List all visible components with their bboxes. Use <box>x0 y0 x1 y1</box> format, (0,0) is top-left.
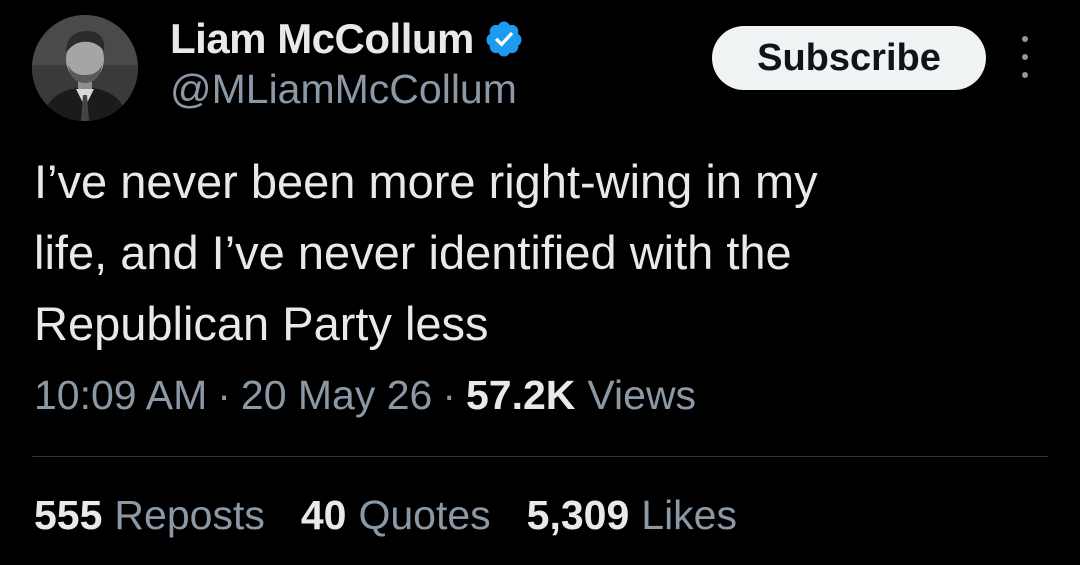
tweet-meta: 10:09 AM · 20 May 26 · 57.2K Views <box>34 372 696 419</box>
engagement-stats: 555 Reposts 40 Quotes 5,309 Likes <box>34 492 773 539</box>
divider <box>32 456 1048 457</box>
tweet-text: I’ve never been more right-wing in my li… <box>34 155 818 350</box>
tweet-card: Liam McCollum @MLiamMcCollum Subscribe I… <box>0 0 1080 565</box>
more-dot <box>1022 54 1028 60</box>
views-label: Views <box>587 372 697 418</box>
likes-stat[interactable]: 5,309 Likes <box>527 492 737 539</box>
likes-label: Likes <box>641 492 737 538</box>
more-options-icon[interactable] <box>1010 36 1040 78</box>
user-handle[interactable]: @MLiamMcCollum <box>170 66 517 113</box>
verified-badge-icon[interactable] <box>484 19 524 59</box>
avatar-photo <box>32 15 138 121</box>
quotes-stat[interactable]: 40 Quotes <box>301 492 491 539</box>
tweet-date[interactable]: 20 May 26 <box>241 372 432 419</box>
reposts-label: Reposts <box>114 492 265 538</box>
subscribe-button[interactable]: Subscribe <box>712 26 986 90</box>
likes-count: 5,309 <box>526 492 630 538</box>
reposts-stat[interactable]: 555 Reposts <box>34 492 265 539</box>
views-count: 57.2K <box>466 372 576 418</box>
quotes-count: 40 <box>300 492 347 538</box>
more-dot <box>1022 72 1028 78</box>
quotes-label: Quotes <box>358 492 491 538</box>
display-name[interactable]: Liam McCollum <box>170 15 474 63</box>
more-dot <box>1022 36 1028 42</box>
avatar[interactable] <box>32 15 138 121</box>
reposts-count: 555 <box>34 492 103 538</box>
meta-separator: · <box>217 372 231 418</box>
tweet-time[interactable]: 10:09 AM <box>34 372 207 419</box>
meta-separator: · <box>442 372 456 418</box>
display-name-row: Liam McCollum <box>170 14 524 64</box>
